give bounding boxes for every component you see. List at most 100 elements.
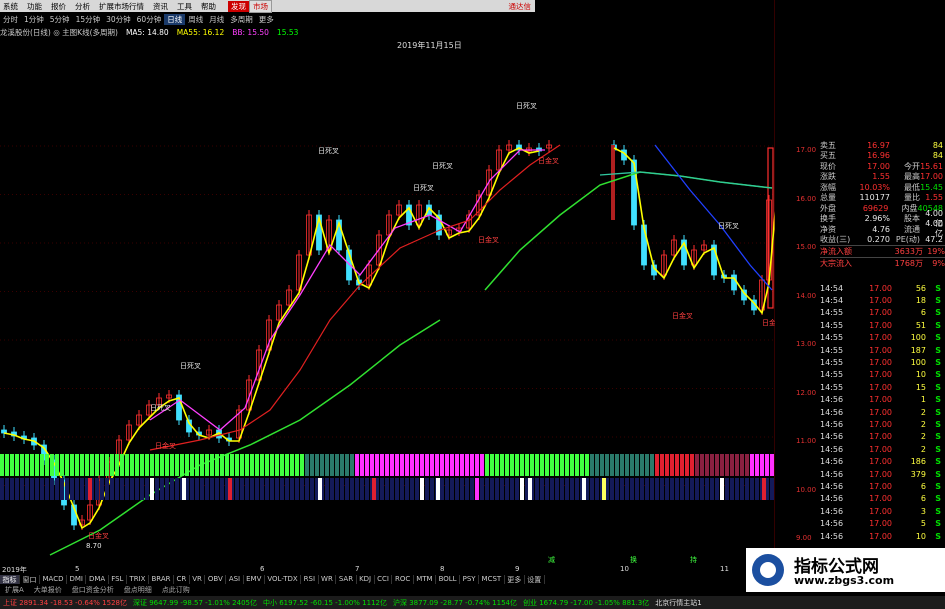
signal-bar: [245, 454, 249, 476]
kline-chart[interactable]: 日死叉日死叉日死叉日死叉日死叉日死叉日死叉日金叉日金叉日金叉日金叉日金叉日金叉8…: [0, 0, 775, 565]
indicator-tab-16[interactable]: SAR: [336, 575, 357, 584]
quote-label: 外盘: [820, 203, 836, 213]
signal-label: 换: [630, 555, 637, 564]
indicator-tab-24[interactable]: 更多: [505, 575, 525, 584]
quote-value-2: 15.45: [920, 182, 943, 192]
signal-bar: [755, 454, 759, 476]
index-status-item[interactable]: 上证 2891.34 -18.53 -0.64% 1528亿: [0, 598, 130, 608]
indicator-tab-2[interactable]: MACD: [40, 575, 67, 584]
indicator-sub-tab-4[interactable]: 点此订购: [157, 585, 195, 594]
indicator-tab-5[interactable]: FSL: [109, 575, 127, 584]
tick-row[interactable]: 14:56 17.00 2 S: [820, 418, 945, 430]
indicator-tab-20[interactable]: MTM: [414, 575, 437, 584]
signal-bar: [665, 454, 669, 476]
indicator-tab-3[interactable]: DMI: [67, 575, 87, 584]
signal-bar: [535, 454, 539, 476]
lower-strip-bar: [200, 478, 204, 500]
tick-row[interactable]: 14:56 17.00 10 S: [820, 530, 945, 542]
lower-strip-bar: [30, 478, 34, 500]
watermark-logo-icon: [752, 554, 784, 586]
indicator-tab-10[interactable]: OBV: [205, 575, 227, 584]
signal-bar: [740, 454, 744, 476]
lower-strip-bar: [670, 478, 674, 500]
tick-row[interactable]: 14:55 17.00 15 S: [820, 381, 945, 393]
tick-row[interactable]: 14:56 17.00 2 S: [820, 406, 945, 418]
tick-row[interactable]: 14:56 17.00 3 S: [820, 505, 945, 517]
indicator-tab-14[interactable]: RSI: [301, 575, 319, 584]
tick-row[interactable]: 14:56 17.00 379 S: [820, 468, 945, 480]
tick-flag: S: [935, 382, 941, 392]
index-status-item[interactable]: 深证 9647.99 -98.57 -1.01% 2405亿: [130, 598, 260, 608]
tick-row[interactable]: 14:54 17.00 56 S: [820, 282, 945, 294]
lower-strip-bar: [215, 478, 219, 500]
quote-row: 买五 16.96 84: [820, 151, 945, 162]
signal-bar: [145, 454, 149, 476]
tick-volume: 18: [915, 296, 926, 306]
indicator-tab-8[interactable]: CR: [174, 575, 190, 584]
lower-strip-bar: [310, 478, 314, 500]
lower-strip-marker: [520, 478, 524, 500]
golden-cross-label: 日金叉: [672, 311, 693, 320]
index-status-item[interactable]: 北京行情主站1: [652, 598, 704, 608]
indicator-sub-tab-2[interactable]: 盘口资金分析: [67, 585, 119, 594]
indicator-tab-23[interactable]: MCST: [479, 575, 505, 584]
indicator-tab-17[interactable]: KDJ: [357, 575, 375, 584]
tick-row[interactable]: 14:56 17.00 186 S: [820, 455, 945, 467]
lower-strip-bar: [485, 478, 489, 500]
indicator-tab-9[interactable]: VR: [190, 575, 206, 584]
indicator-tab-15[interactable]: WR: [319, 575, 337, 584]
lower-strip-bar: [130, 478, 134, 500]
indicator-sub-tab-0[interactable]: 扩展A: [0, 585, 29, 594]
indicator-tab-1[interactable]: 窗口: [20, 575, 40, 584]
index-status-item[interactable]: 中小 6197.52 -60.15 -1.00% 1112亿: [260, 598, 390, 608]
indicator-tab-0[interactable]: 指标: [0, 575, 20, 584]
tick-row[interactable]: 14:56 17.00 6 S: [820, 493, 945, 505]
tick-row[interactable]: 14:55 17.00 51 S: [820, 319, 945, 331]
indicator-sub-bar: 扩展A 大单报价 盘口资金分析 盘点明细 点此订购: [0, 585, 520, 594]
indicator-tab-12[interactable]: EMV: [244, 575, 265, 584]
lower-strip-marker: [582, 478, 586, 500]
indicator-tab-22[interactable]: PSY: [460, 575, 480, 584]
tick-row[interactable]: 14:56 17.00 2 S: [820, 431, 945, 443]
signal-bar: [0, 454, 4, 476]
signal-bar: [625, 454, 629, 476]
indicator-tab-11[interactable]: ASI: [226, 575, 244, 584]
tick-row[interactable]: 14:55 17.00 100 S: [820, 356, 945, 368]
indicator-tab-6[interactable]: TRIX: [127, 575, 149, 584]
watermark: 指标公式网 www.zbgs3.com: [746, 548, 945, 592]
indicator-tab-25[interactable]: 设置: [525, 575, 545, 584]
signal-bar: [100, 454, 104, 476]
signal-bar: [235, 454, 239, 476]
index-status-item[interactable]: 创业 1674.79 -17.00 -1.05% 881.3亿: [520, 598, 652, 608]
indicator-tab-13[interactable]: VOL-TDX: [265, 575, 302, 584]
tick-flag: S: [935, 407, 941, 417]
signal-bar: [570, 454, 574, 476]
quote-value: 10.03%: [859, 182, 890, 192]
tick-row[interactable]: 14:55 17.00 10 S: [820, 369, 945, 381]
indicator-tab-21[interactable]: BOLL: [436, 575, 461, 584]
indicator-sub-tab-1[interactable]: 大单报价: [29, 585, 67, 594]
flow-label: 净流入额: [820, 247, 852, 256]
tick-row[interactable]: 14:55 17.00 187 S: [820, 344, 945, 356]
flow-value: 1768万: [894, 259, 923, 268]
index-status-item[interactable]: 沪深 3877.09 -28.77 -0.74% 1154亿: [390, 598, 520, 608]
signal-strip: [0, 454, 774, 500]
tick-row[interactable]: 14:56 17.00 5 S: [820, 517, 945, 529]
tick-row[interactable]: 14:56 17.00 6 S: [820, 480, 945, 492]
tick-row[interactable]: 14:55 17.00 6 S: [820, 307, 945, 319]
indicator-sub-tab-3[interactable]: 盘点明细: [119, 585, 157, 594]
lower-strip-bar: [260, 478, 264, 500]
tick-row[interactable]: 14:55 17.00 100 S: [820, 332, 945, 344]
lower-strip-bar: [465, 478, 469, 500]
indicator-tab-7[interactable]: BRAR: [149, 575, 174, 584]
lower-strip-bar: [425, 478, 429, 500]
indicator-tab-18[interactable]: CCI: [375, 575, 393, 584]
tick-row[interactable]: 14:54 17.00 18 S: [820, 294, 945, 306]
indicator-tab-4[interactable]: DMA: [86, 575, 109, 584]
signal-bar: [30, 454, 34, 476]
signal-bar: [690, 454, 694, 476]
indicator-tab-19[interactable]: ROC: [392, 575, 414, 584]
tick-row[interactable]: 14:56 17.00 1 S: [820, 394, 945, 406]
tick-list[interactable]: 14:54 17.00 56 S 14:54 17.00 18 S 14:55 17.00 6 S 14…: [820, 282, 945, 542]
tick-row[interactable]: 14:56 17.00 2 S: [820, 443, 945, 455]
